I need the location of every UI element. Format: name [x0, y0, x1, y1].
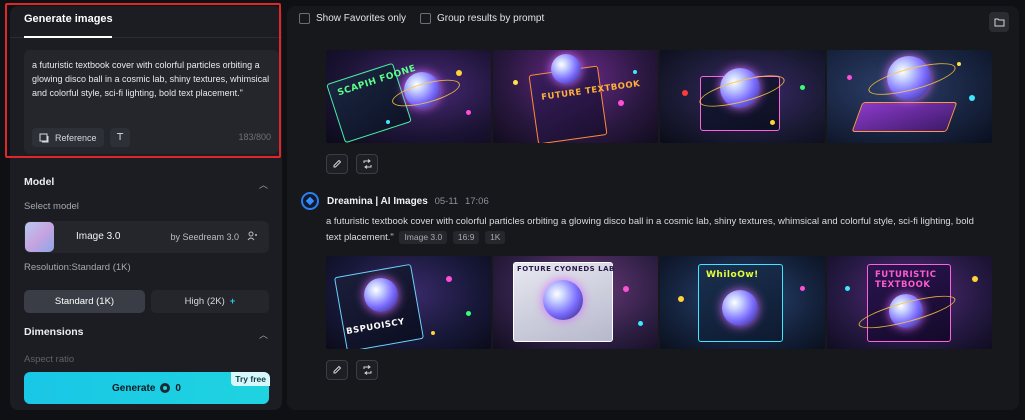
regenerate-button[interactable]: [356, 154, 378, 174]
generate-cost: 0: [175, 382, 181, 394]
show-favorites-toggle[interactable]: Show Favorites only: [299, 13, 406, 24]
generated-image-7[interactable]: WhiloOw!: [660, 256, 825, 349]
results-panel: Show Favorites only Group results by pro…: [287, 6, 1019, 410]
edit-button[interactable]: [326, 360, 348, 380]
generated-image-8[interactable]: FUTURISTIC TEXTBOOK: [827, 256, 992, 349]
model-section-title: Model: [24, 176, 55, 188]
dreamina-logo-icon: [301, 192, 319, 210]
model-name: Image 3.0: [76, 231, 121, 242]
resolution-tag: 1K: [485, 231, 506, 244]
image-caption: WhiloOw!: [706, 270, 759, 280]
pencil-icon: [333, 365, 342, 374]
result-time: 17:06: [464, 196, 489, 207]
model-thumbnail: [25, 222, 54, 252]
credit-coin-icon: [160, 383, 171, 393]
generated-image-1[interactable]: SCAPIH FOONE: [326, 50, 491, 143]
tab-generate-images[interactable]: Generate images: [24, 13, 113, 25]
standard-resolution-button[interactable]: Standard (1K): [24, 290, 145, 313]
regenerate-button[interactable]: [356, 360, 378, 380]
generated-image-4[interactable]: [827, 50, 992, 143]
resolution-label: Resolution:Standard (1K): [24, 262, 131, 273]
show-favorites-label: Show Favorites only: [316, 13, 407, 24]
high-resolution-button[interactable]: High (2K) +: [151, 290, 269, 313]
regenerate-icon: [363, 159, 371, 169]
standard-label: Standard (1K): [54, 296, 115, 307]
aspect-ratio-label: Aspect ratio: [24, 354, 75, 365]
text-format-button[interactable]: T: [110, 128, 130, 147]
pencil-icon: [333, 159, 342, 168]
reference-label: Reference: [55, 132, 97, 143]
high-label: High (2K): [184, 296, 225, 307]
model-provider: by Seedream 3.0: [170, 232, 239, 242]
folder-icon: [994, 18, 1004, 27]
regenerate-icon: [363, 365, 371, 375]
prompt-input[interactable]: a futuristic textbook cover with colorfu…: [24, 50, 279, 154]
show-favorites-checkbox[interactable]: [299, 13, 310, 24]
dimensions-section-title: Dimensions: [24, 326, 84, 338]
result-prompt[interactable]: a futuristic textbook cover with colorfu…: [326, 214, 991, 246]
generated-image-3[interactable]: [660, 50, 825, 143]
model-selector[interactable]: Image 3.0 by Seedream 3.0: [24, 221, 269, 253]
chevron-up-icon[interactable]: ︿: [259, 328, 268, 341]
result-date: 05-11: [434, 196, 459, 207]
reference-button[interactable]: Reference: [32, 128, 104, 147]
image-caption: FUTURISTIC TEXTBOOK: [875, 270, 937, 290]
group-results-checkbox[interactable]: [420, 13, 431, 24]
plus-icon: +: [229, 296, 236, 307]
tab-bar: Generate images: [10, 6, 282, 38]
generated-image-5[interactable]: BSPUOISCY: [326, 256, 491, 349]
try-free-badge: Try free: [231, 372, 270, 386]
ratio-tag: 16:9: [452, 231, 480, 244]
reference-image-icon: [39, 133, 49, 142]
generate-label: Generate: [112, 382, 156, 394]
select-model-label: Select model: [24, 201, 79, 212]
tab-underline: [24, 36, 112, 38]
sliders-icon[interactable]: [247, 231, 258, 241]
char-counter: 183/800: [238, 132, 271, 142]
edit-button[interactable]: [326, 154, 348, 174]
generated-image-6[interactable]: FOTURE CYONEDS LAB: [493, 256, 658, 349]
prompt-text[interactable]: a futuristic textbook cover with colorfu…: [32, 58, 272, 100]
folder-button[interactable]: [989, 12, 1009, 32]
text-format-icon: T: [116, 132, 124, 143]
left-panel: Generate images a futuristic textbook co…: [10, 6, 282, 410]
group-results-toggle[interactable]: Group results by prompt: [420, 13, 544, 24]
model-tag: Image 3.0: [399, 231, 448, 244]
image-caption: FOTURE CYONEDS LAB: [517, 265, 615, 273]
result-author: Dreamina | AI Images: [327, 196, 428, 207]
generated-image-2[interactable]: FUTURE TEXTBOOK: [493, 50, 658, 143]
group-results-label: Group results by prompt: [437, 13, 545, 24]
chevron-up-icon[interactable]: ︿: [259, 178, 268, 191]
result-header: Dreamina | AI Images 05-11 17:06: [327, 196, 489, 207]
